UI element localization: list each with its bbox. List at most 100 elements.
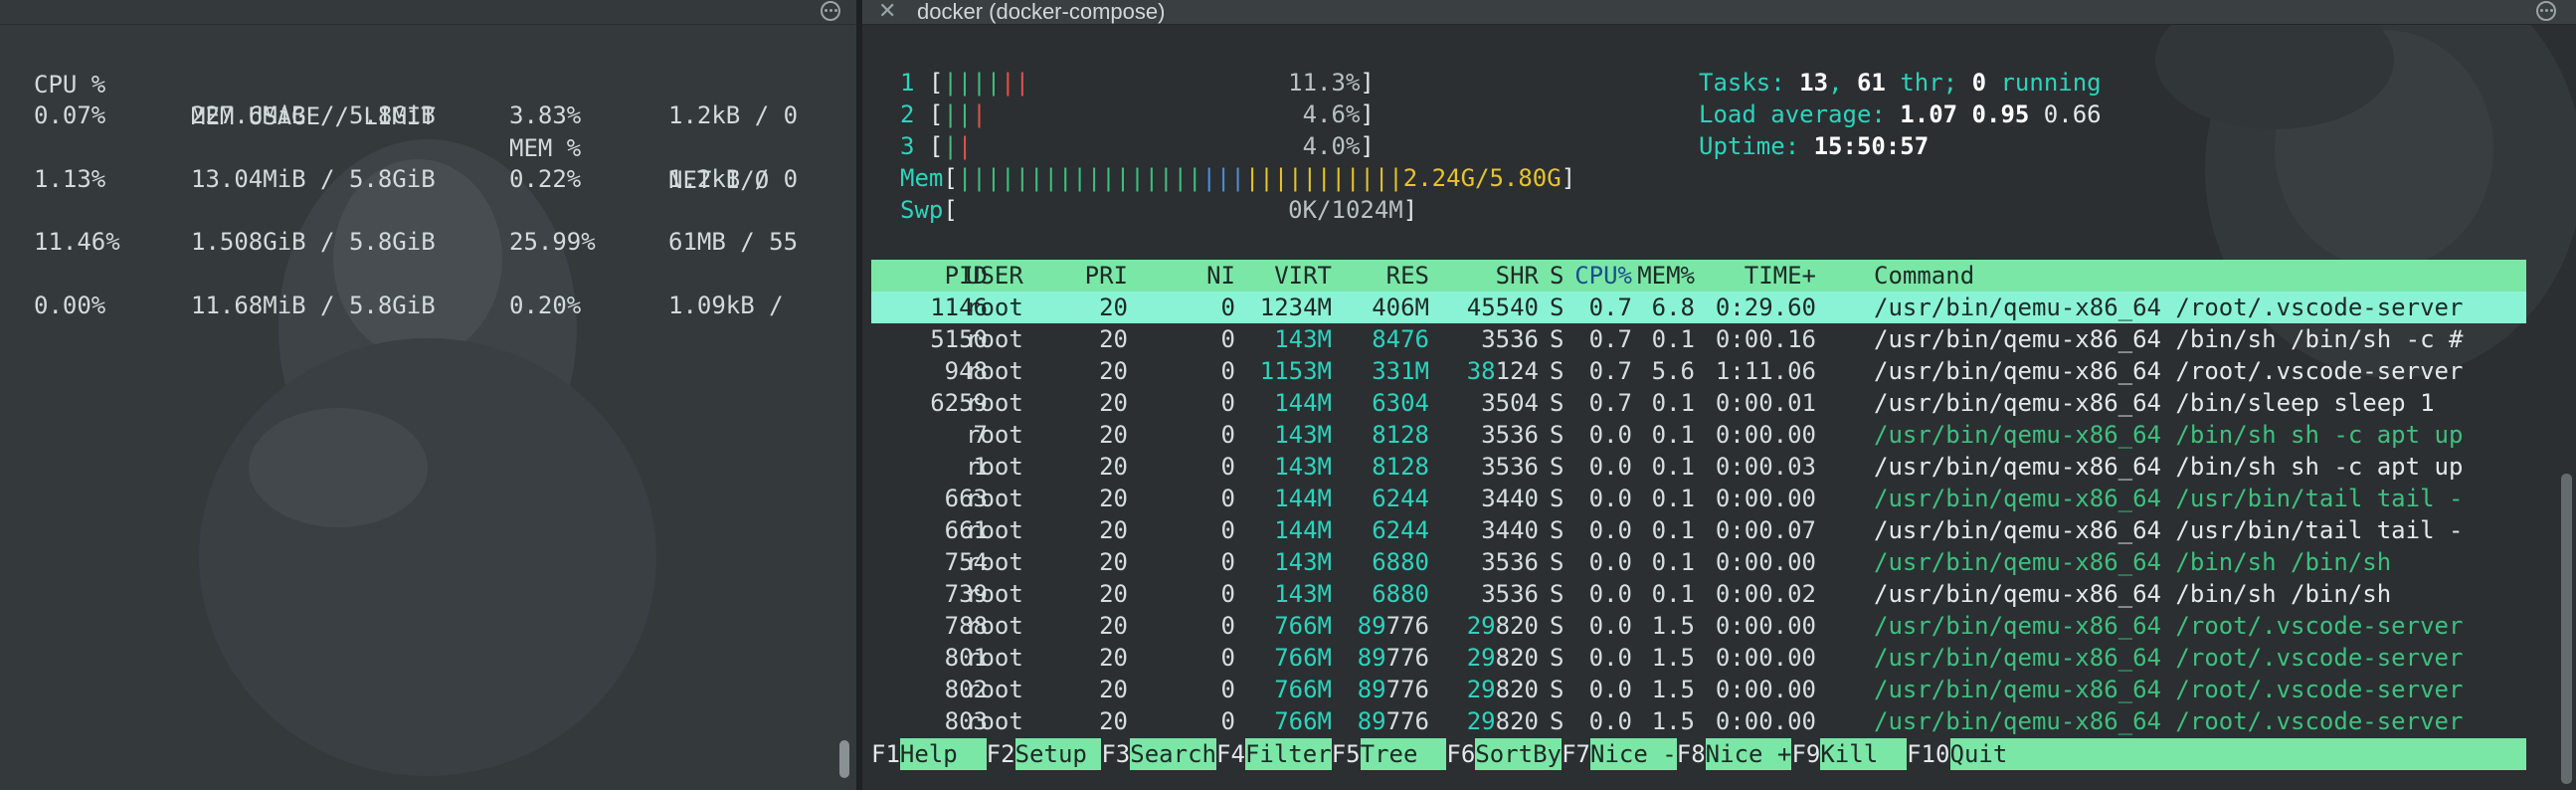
fkey-f4-label[interactable]: Filter: [1244, 738, 1332, 770]
proc-cell-res: 406M: [1372, 294, 1429, 321]
fkey-f3-label[interactable]: Search: [1130, 738, 1217, 770]
proc-cell-s: S: [1550, 421, 1564, 449]
more-options-icon[interactable]: [821, 1, 840, 21]
proc-cell-cpu: 0.0: [1588, 421, 1632, 449]
fkey-f5-label[interactable]: Tree: [1360, 738, 1447, 770]
stats-cell: 11.46%: [34, 228, 120, 256]
load-5: 0.95: [1957, 100, 2030, 128]
process-row[interactable]: 5150 root 20 0 143M 8476 3536 S 0.7 0.1 0:00.16/us…: [862, 323, 2576, 355]
load-label: Load average:: [1699, 100, 1901, 128]
fkey-f8-label[interactable]: Nice +: [1705, 738, 1792, 770]
close-tab-icon[interactable]: ✕: [878, 0, 896, 22]
fkey-f9-label[interactable]: Kill: [1820, 738, 1908, 770]
fkey-f6-label[interactable]: SortBy: [1475, 738, 1563, 770]
proc-cell-virt: 1234M: [1259, 294, 1332, 321]
proc-cell-cpu: 0.7: [1588, 389, 1632, 417]
proc-cell-ni: 0: [1220, 389, 1235, 417]
fkey-f10[interactable]: F10: [1907, 738, 1949, 770]
tasks-thr-label: thr;: [1885, 69, 1972, 97]
process-row[interactable]: 754 root 20 0 143M 6880 3536 S 0.0 0.1 0:00.00/usr…: [862, 546, 2576, 578]
fkey-f7[interactable]: F7: [1562, 738, 1590, 770]
stats-cell: 1.508GiB / 5.8GiB: [191, 228, 436, 256]
fkey-f5[interactable]: F5: [1332, 738, 1361, 770]
process-row[interactable]: 802 root 20 0 766M 89776 29820 S 0.0 1.5 0:00.00/u…: [862, 674, 2576, 705]
proc-cell-virt: 144M: [1274, 389, 1332, 417]
cpu-meter-label: 2: [900, 100, 915, 128]
fkey-f1[interactable]: F1: [871, 738, 900, 770]
fkey-f6[interactable]: F6: [1446, 738, 1475, 770]
proc-cell-ni: NI: [1206, 262, 1235, 290]
proc-cell-time: 0:00.00: [1715, 421, 1816, 449]
proc-cell-cpu: 0.7: [1588, 294, 1632, 321]
proc-cell-cmd: /usr/bin/qemu-x86_64 /root/.vscode-serve…: [1874, 676, 2464, 703]
proc-cell-virt: 144M: [1274, 485, 1332, 512]
proc-cell-res: 6244: [1372, 516, 1429, 544]
proc-cell-ni: 0: [1220, 421, 1235, 449]
cpu-meter-label: 1: [900, 69, 915, 97]
fkey-f2-label[interactable]: Setup: [1014, 738, 1102, 770]
tasks-threads: 61: [1856, 69, 1886, 97]
fkey-f2[interactable]: F2: [987, 738, 1015, 770]
more-options-icon[interactable]: [2536, 1, 2556, 21]
process-row[interactable]: 661 root 20 0 144M 6244 3440 S 0.0 0.1 0:00.07/usr…: [862, 514, 2576, 546]
proc-cell-user: root: [966, 325, 1023, 353]
proc-cell-user: USER: [966, 262, 1023, 290]
docker-stats-pane[interactable]: CPU % MEM USAGE / LIMIT MEM % NET I/O 0.…: [0, 0, 856, 790]
proc-cell-user: root: [966, 548, 1023, 576]
proc-cell-mem: 0.1: [1651, 325, 1695, 353]
process-row[interactable]: 801 root 20 0 766M 89776 29820 S 0.0 1.5 0:00.00/u…: [862, 642, 2576, 674]
proc-cell-res: 8476: [1372, 325, 1429, 353]
process-row[interactable]: 803 root 20 0 766M 89776 29820 S 0.0 1.5 0:00.00/u…: [862, 705, 2576, 737]
fkey-f8[interactable]: F8: [1677, 738, 1706, 770]
proc-cell-shr: 29820: [1467, 705, 1539, 737]
proc-cell-user: root: [966, 389, 1023, 417]
meter-bracket: [: [914, 100, 944, 128]
proc-cell-shr: 45540: [1466, 294, 1539, 321]
process-row[interactable]: 739 root 20 0 143M 6880 3536 S 0.0 0.1 0:00.02/usr…: [862, 578, 2576, 610]
process-row[interactable]: 663 root 20 0 144M 6244 3440 S 0.0 0.1 0:00.00/usr…: [862, 483, 2576, 514]
proc-cell-s: S: [1550, 580, 1564, 608]
proc-cell-user: root: [966, 516, 1023, 544]
fkey-f9[interactable]: F9: [1791, 738, 1820, 770]
proc-cell-shr: 3440: [1481, 485, 1539, 512]
cpu-bar-green: ||||: [943, 69, 1002, 97]
proc-cell-time: 0:00.00: [1715, 548, 1816, 576]
proc-cell-pri: 20: [1099, 707, 1128, 735]
process-row[interactable]: 1146 root 20 0 1234M 406M 45540 S 0.7 6.8 0:29.60/…: [862, 292, 2576, 323]
fkey-f3[interactable]: F3: [1101, 738, 1130, 770]
proc-cell-mem: 1.5: [1651, 707, 1695, 735]
stats-cell: 0.00%: [34, 292, 106, 319]
fkey-f7-label[interactable]: Nice -: [1590, 738, 1677, 770]
proc-cell-s: S: [1550, 357, 1564, 385]
swap-meter: Swp[ 0K/1024M]: [900, 194, 1417, 226]
shr-high-digits: 38: [1466, 357, 1496, 385]
right-scrollbar[interactable]: [2561, 474, 2572, 784]
proc-cell-cpu: 0.0: [1588, 644, 1632, 672]
process-row[interactable]: 948 root 20 0 1153M 331M 38124 S 0.7 5.6 1:11.06/u…: [862, 355, 2576, 387]
left-pane-titlebar: [0, 0, 856, 25]
proc-cell-time: 0:00.01: [1715, 389, 1816, 417]
meter-space: [972, 132, 1302, 160]
proc-cell-virt: 143M: [1274, 453, 1332, 481]
proc-cell-ni: 0: [1220, 453, 1235, 481]
process-header-row[interactable]: PID USER PRI NI VIRT RES SHR S CPU% MEM% TIME+ Comm…: [862, 260, 2576, 292]
tasks-running: 0: [1971, 69, 1987, 97]
process-row[interactable]: 788 root 20 0 766M 89776 29820 S 0.0 1.5 0:00.00/u…: [862, 610, 2576, 642]
fkey-f1-label[interactable]: Help: [899, 738, 987, 770]
process-row[interactable]: 7 root 20 0 143M 8128 3536 S 0.0 0.1 0:00.00/usr/b…: [862, 419, 2576, 451]
proc-cell-pri: 20: [1099, 548, 1128, 576]
proc-cell-time: 0:00.00: [1715, 612, 1816, 640]
proc-cell-s: S: [1550, 612, 1564, 640]
htop-pane[interactable]: ✕ docker (docker-compose) 1 [|||||| 11.3…: [862, 0, 2576, 790]
process-row[interactable]: 1 root 20 0 143M 8128 3536 S 0.0 0.1 0:00.03/usr/b…: [862, 451, 2576, 483]
left-scrollbar[interactable]: [839, 740, 849, 778]
shr-high-digits: 29: [1466, 644, 1496, 672]
proc-cell-time: 0:00.00: [1715, 485, 1816, 512]
proc-cell-cmd: /usr/bin/qemu-x86_64 /bin/sh /bin/sh: [1874, 548, 2392, 576]
fkey-f10-label[interactable]: Quit: [1949, 738, 2526, 770]
process-row[interactable]: 6259 root 20 0 144M 6304 3504 S 0.7 0.1 0:00.01/us…: [862, 387, 2576, 419]
proc-cell-virt: 144M: [1274, 516, 1332, 544]
fkey-f4[interactable]: F4: [1216, 738, 1245, 770]
stats-cell: 0.22%: [509, 165, 582, 193]
proc-cell-res: 89776: [1358, 610, 1429, 642]
